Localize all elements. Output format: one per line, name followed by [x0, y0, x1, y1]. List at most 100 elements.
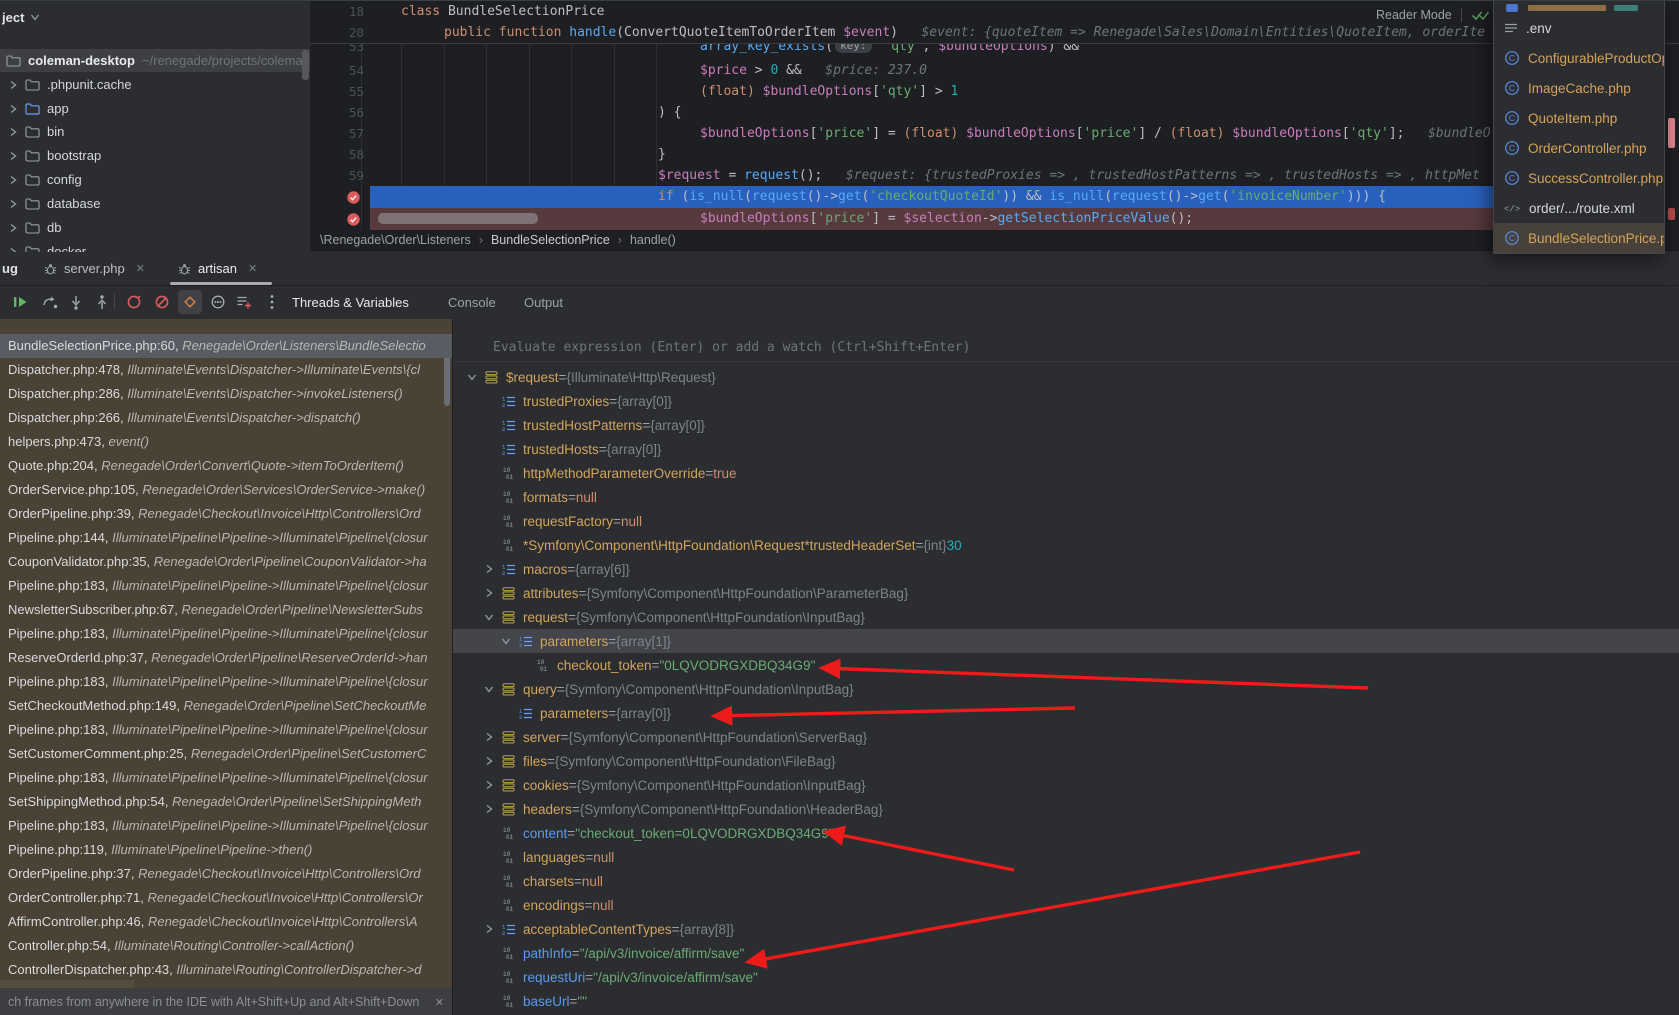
variable-row-encodings[interactable]: 1001encodings = null — [453, 893, 1679, 917]
chevron-collapsed-icon[interactable] — [484, 557, 494, 581]
chevron-expanded-icon[interactable] — [501, 629, 511, 653]
frame-row[interactable]: Quote.php:204, Renegade\Order\Convert\Qu… — [0, 454, 452, 478]
twisty-icon[interactable] — [484, 684, 494, 694]
twisty-icon[interactable] — [484, 804, 494, 814]
debug-tab-serverphp[interactable]: server.php✕ — [44, 251, 145, 285]
frame-row[interactable]: helpers.php:473, event() — [0, 430, 452, 454]
chevron-expanded-icon[interactable] — [484, 605, 494, 629]
resume-button[interactable] — [8, 290, 32, 314]
frame-row[interactable]: Pipeline.php:144, Illuminate\Pipeline\Pi… — [0, 526, 452, 550]
debug-listen-toggle[interactable] — [178, 290, 202, 314]
variable-row-acceptableContentTypes[interactable]: 12acceptableContentTypes = {array[8]} — [453, 917, 1679, 941]
frame-row[interactable]: NewsletterSubscriber.php:67, Renegade\Or… — [0, 598, 452, 622]
frame-row[interactable]: Pipeline.php:183, Illuminate\Pipeline\Pi… — [0, 574, 452, 598]
variable-row-macros[interactable]: 12macros = {array[6]} — [453, 557, 1679, 581]
chevron-right-icon[interactable] — [8, 151, 18, 161]
recent-file-item-4[interactable]: CQuoteItem.php — [1494, 103, 1664, 133]
frame-row[interactable]: Pipeline.php:183, Illuminate\Pipeline\Pi… — [0, 670, 452, 694]
variable-row-trustedHosts[interactable]: 12trustedHosts = {array[0]} — [453, 437, 1679, 461]
variable-row-trustedProxies[interactable]: 12trustedProxies = {array[0]} — [453, 389, 1679, 413]
frame-row[interactable]: Pipeline.php:183, Illuminate\Pipeline\Pi… — [0, 814, 452, 838]
twisty-icon[interactable] — [467, 372, 477, 382]
project-tree-item-phpunitcache[interactable]: .phpunit.cache — [0, 73, 310, 96]
variable-row-trustedHostPatterns[interactable]: 12trustedHostPatterns = {array[0]} — [453, 413, 1679, 437]
chevron-expanded-icon[interactable] — [484, 677, 494, 701]
frame-row[interactable]: AffirmController.php:46, Renegade\Checko… — [0, 910, 452, 934]
project-root-item[interactable]: coleman-desktop~/renegade/projects/colem… — [0, 49, 310, 72]
chevron-collapsed-icon[interactable] — [484, 581, 494, 605]
project-tree-item-app[interactable]: app — [0, 97, 310, 120]
variable-row-query[interactable]: query = {Symfony\Component\HttpFoundatio… — [453, 677, 1679, 701]
twisty-icon[interactable] — [501, 636, 511, 646]
breadcrumb-item[interactable]: BundleSelectionPrice — [491, 233, 610, 247]
recent-file-item-3[interactable]: CImageCache.php — [1494, 73, 1664, 103]
project-tree-item-config[interactable]: config — [0, 168, 310, 191]
inspections-ok-icon[interactable] — [1471, 8, 1491, 22]
view-tab-threads---variables[interactable]: Threads & Variables — [292, 285, 409, 319]
reader-mode-widget[interactable]: Reader Mode — [1376, 4, 1491, 26]
frame-row[interactable]: OrderPipeline.php:37, Renegade\Checkout\… — [0, 862, 452, 886]
project-scrollbar[interactable] — [302, 50, 309, 80]
twisty-icon[interactable] — [484, 780, 494, 790]
frame-row[interactable]: OrderService.php:105, Renegade\Order\Ser… — [0, 478, 452, 502]
chevron-right-icon[interactable] — [8, 223, 18, 233]
reader-mode-label[interactable]: Reader Mode — [1376, 8, 1452, 22]
twisty-icon[interactable] — [484, 612, 494, 622]
variable-row-parameters[interactable]: 12parameters = {array[0]} — [453, 701, 1679, 725]
recent-file-item-1[interactable]: .env — [1494, 13, 1664, 43]
recent-file-item-2[interactable]: CConfigurableProductOpt — [1494, 43, 1664, 73]
variable-row-pathInfo[interactable]: 1001pathInfo = "/api/v3/invoice/affirm/s… — [453, 941, 1679, 965]
view-tab-console[interactable]: Console — [448, 285, 496, 319]
variable-row-cookies[interactable]: cookies = {Symfony\Component\HttpFoundat… — [453, 773, 1679, 797]
evaluate-expression-input[interactable]: Evaluate expression (Enter) or add a wat… — [453, 333, 1679, 362]
view-breakpoints-button[interactable] — [206, 290, 230, 314]
breakpoint-icon[interactable] — [346, 212, 361, 227]
twisty-icon[interactable] — [484, 732, 494, 742]
variable-row-attributes[interactable]: attributes = {Symfony\Component\HttpFoun… — [453, 581, 1679, 605]
recent-file-item-7[interactable]: </>order/.../route.xml — [1494, 193, 1664, 223]
project-tree-item-bootstrap[interactable]: bootstrap — [0, 144, 310, 167]
project-tree-item-bin[interactable]: bin — [0, 120, 310, 143]
chevron-collapsed-icon[interactable] — [484, 773, 494, 797]
add-watch-button[interactable] — [232, 290, 256, 314]
recent-file-item-6[interactable]: CSuccessController.php — [1494, 163, 1664, 193]
more-options-button[interactable] — [260, 290, 284, 314]
twisty-icon[interactable] — [484, 564, 494, 574]
rerun-button[interactable] — [122, 290, 146, 314]
chevron-collapsed-icon[interactable] — [484, 797, 494, 821]
breadcrumb-item[interactable]: \Renegade\Order\Listeners — [320, 233, 471, 247]
frame-row[interactable]: ReserveOrderId.php:37, Renegade\Order\Pi… — [0, 646, 452, 670]
frame-row[interactable]: Pipeline.php:183, Illuminate\Pipeline\Pi… — [0, 718, 452, 742]
frame-row[interactable]: Dispatcher.php:286, Illuminate\Events\Di… — [0, 382, 452, 406]
frame-row[interactable]: BundleSelectionPrice.php:60, Renegade\Or… — [0, 334, 452, 358]
project-tree-item-db[interactable]: db — [0, 216, 310, 239]
chevron-collapsed-icon[interactable] — [484, 749, 494, 773]
chevron-right-icon[interactable] — [8, 104, 18, 114]
breadcrumb-item[interactable]: handle() — [630, 233, 676, 247]
close-icon[interactable]: ✕ — [136, 262, 145, 275]
frame-row[interactable]: Dispatcher.php:266, Illuminate\Events\Di… — [0, 406, 452, 430]
mute-breakpoints-button[interactable] — [150, 290, 174, 314]
step-into-button[interactable] — [64, 290, 88, 314]
variable-row-request[interactable]: $request = {Illuminate\Http\Request} — [453, 365, 1679, 389]
frame-row[interactable]: Pipeline.php:119, Illuminate\Pipeline\Pi… — [0, 838, 452, 862]
view-tab-output[interactable]: Output — [524, 285, 563, 319]
frame-row[interactable]: Pipeline.php:183, Illuminate\Pipeline\Pi… — [0, 622, 452, 646]
debug-tab-artisan[interactable]: artisan✕ — [178, 251, 257, 285]
variable-row-formats[interactable]: 1001formats = null — [453, 485, 1679, 509]
close-icon[interactable]: ✕ — [248, 262, 257, 275]
code-editor[interactable]: 53array_key_exists(key: 'qty', $bundleOp… — [310, 0, 1679, 250]
frame-row[interactable]: Dispatcher.php:478, Illuminate\Events\Di… — [0, 358, 452, 382]
project-header[interactable]: ject — [2, 6, 40, 28]
variable-row-languages[interactable]: 1001languages = null — [453, 845, 1679, 869]
frame-row[interactable]: OrderController.php:71, Renegade\Checkou… — [0, 886, 452, 910]
frame-row[interactable]: OrderPipeline.php:39, Renegade\Checkout\… — [0, 502, 452, 526]
chevron-expanded-icon[interactable] — [467, 365, 477, 389]
frame-row[interactable]: SetCheckoutMethod.php:149, Renegade\Orde… — [0, 694, 452, 718]
variable-row-content[interactable]: 1001content = "checkout_token=0LQVODRGXD… — [453, 821, 1679, 845]
breakpoint-icon[interactable] — [346, 190, 361, 205]
variable-row-requestFactory[interactable]: 1001requestFactory = null — [453, 509, 1679, 533]
variable-row-charsets[interactable]: 1001charsets = null — [453, 869, 1679, 893]
chevron-right-icon[interactable] — [8, 80, 18, 90]
chevron-right-icon[interactable] — [8, 247, 18, 253]
